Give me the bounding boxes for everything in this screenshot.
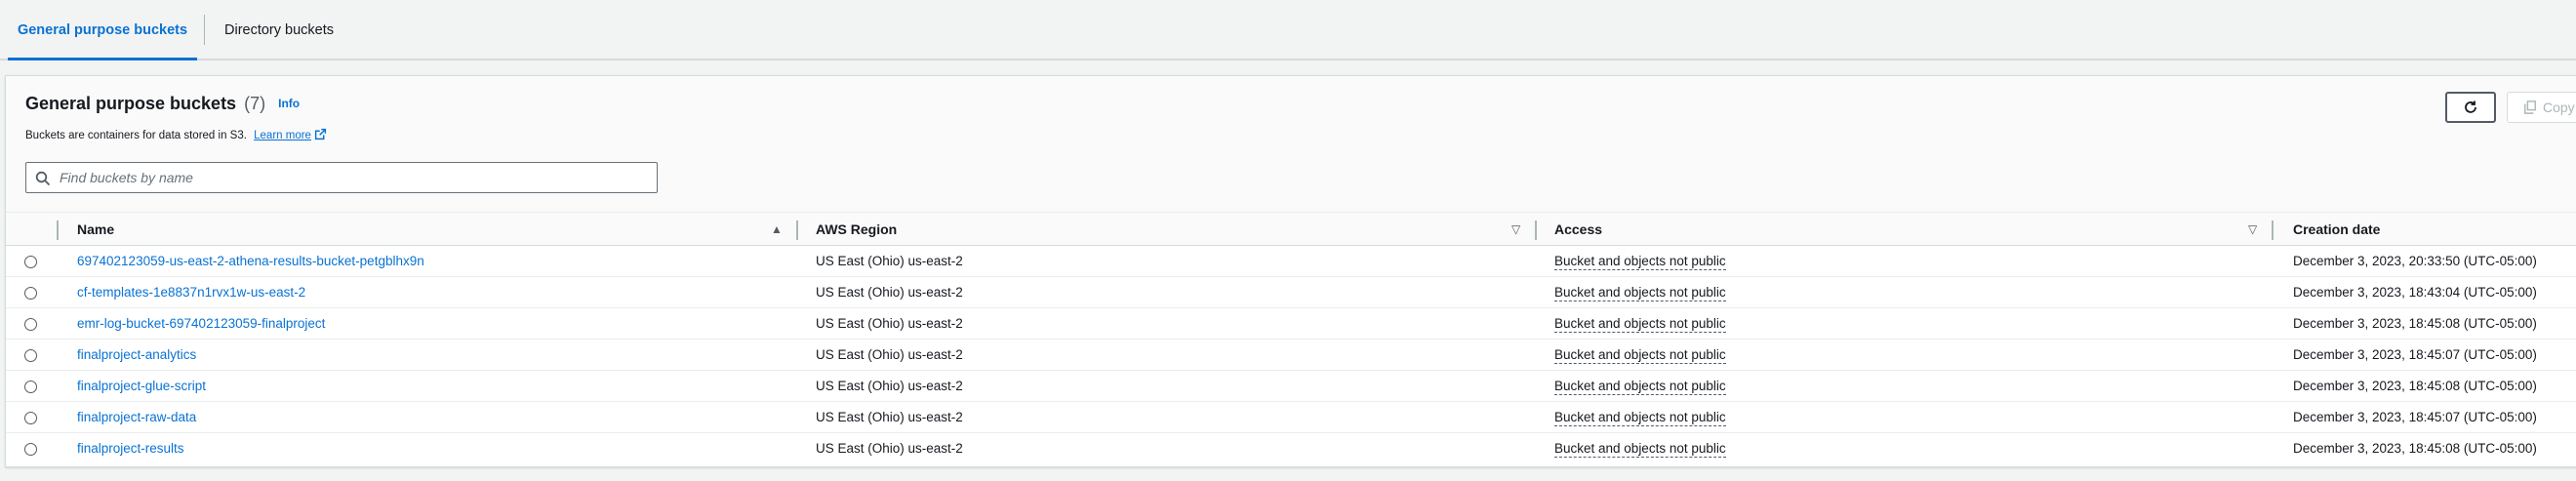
bucket-creation-date: December 3, 2023, 18:45:07 (UTC-05:00)	[2293, 410, 2537, 424]
bucket-name-link[interactable]: finalproject-results	[77, 433, 184, 464]
column-divider[interactable]	[796, 220, 798, 240]
row-select-radio[interactable]	[24, 256, 37, 268]
bucket-region: US East (Ohio) us-east-2	[816, 379, 963, 393]
bucket-access: Bucket and objects not public	[1554, 433, 1726, 464]
panel-description-text: Buckets are containers for data stored i…	[25, 130, 247, 141]
bucket-access: Bucket and objects not public	[1554, 246, 1726, 277]
row-select-radio[interactable]	[24, 443, 37, 456]
panel-title: General purpose buckets (7) Info	[25, 94, 300, 114]
row-select-radio[interactable]	[24, 318, 37, 331]
bucket-creation-date: December 3, 2023, 18:45:08 (UTC-05:00)	[2293, 316, 2537, 331]
bucket-access: Bucket and objects not public	[1554, 308, 1726, 340]
bucket-creation-date: December 3, 2023, 18:45:07 (UTC-05:00)	[2293, 347, 2537, 362]
bucket-creation-date: December 3, 2023, 18:45:08 (UTC-05:00)	[2293, 379, 2537, 393]
table-row: finalproject-results US East (Ohio) us-e…	[6, 433, 2576, 464]
bucket-access-text[interactable]: Bucket and objects not public	[1554, 410, 1726, 426]
sort-ascending-icon[interactable]: ▲	[771, 213, 783, 247]
table-row: finalproject-analytics US East (Ohio) us…	[6, 340, 2576, 371]
bucket-region: US East (Ohio) us-east-2	[816, 285, 963, 300]
info-link[interactable]: Info	[278, 97, 300, 110]
search-input[interactable]	[58, 163, 643, 192]
bucket-region: US East (Ohio) us-east-2	[816, 441, 963, 456]
learn-more-label: Learn more	[254, 130, 311, 141]
bucket-region: US East (Ohio) us-east-2	[816, 254, 963, 268]
bucket-count: (7)	[244, 94, 266, 113]
tab-directory-buckets[interactable]: Directory buckets	[224, 0, 334, 60]
bucket-access-text[interactable]: Bucket and objects not public	[1554, 347, 1726, 364]
refresh-icon	[2465, 100, 2476, 113]
bucket-access: Bucket and objects not public	[1554, 340, 1726, 371]
bucket-access-text[interactable]: Bucket and objects not public	[1554, 316, 1726, 333]
bucket-access: Bucket and objects not public	[1554, 277, 1726, 308]
bucket-name-link[interactable]: emr-log-bucket-697402123059-finalproject	[77, 308, 325, 340]
row-select-radio[interactable]	[24, 287, 37, 300]
bucket-region: US East (Ohio) us-east-2	[816, 347, 963, 362]
panel-title-text: General purpose buckets	[25, 94, 237, 113]
table-header: Name ▲ AWS Region ▽ Access ▽ Creation da…	[6, 212, 2576, 246]
copy-arn-button[interactable]: Copy	[2507, 92, 2576, 123]
bucket-name-link[interactable]: finalproject-analytics	[77, 340, 196, 371]
bucket-region: US East (Ohio) us-east-2	[816, 316, 963, 331]
column-header-name[interactable]: Name	[77, 213, 114, 247]
external-link-icon	[314, 128, 327, 140]
tab-general-purpose-buckets[interactable]: General purpose buckets	[8, 0, 197, 60]
bucket-access: Bucket and objects not public	[1554, 371, 1726, 402]
search-field[interactable]	[25, 162, 658, 193]
table-row: 697402123059-us-east-2-athena-results-bu…	[6, 246, 2576, 277]
bucket-region: US East (Ohio) us-east-2	[816, 410, 963, 424]
bucket-name-link[interactable]: finalproject-glue-script	[77, 371, 206, 402]
table-row: cf-templates-1e8837n1rvx1w-us-east-2 US …	[6, 277, 2576, 308]
column-header-region[interactable]: AWS Region	[816, 213, 897, 247]
bucket-access-text[interactable]: Bucket and objects not public	[1554, 379, 1726, 395]
table-row: finalproject-raw-data US East (Ohio) us-…	[6, 402, 2576, 433]
column-divider[interactable]	[1535, 220, 1537, 240]
copy-label: Copy	[2543, 100, 2575, 115]
learn-more-link[interactable]: Learn more	[254, 128, 327, 141]
sort-unsorted-icon[interactable]: ▽	[2248, 213, 2257, 247]
bucket-name-link[interactable]: finalproject-raw-data	[77, 402, 196, 433]
search-icon	[35, 171, 51, 186]
column-divider[interactable]	[2272, 220, 2274, 240]
table-row: finalproject-glue-script US East (Ohio) …	[6, 371, 2576, 402]
refresh-button[interactable]	[2445, 92, 2496, 123]
column-header-access[interactable]: Access	[1554, 213, 1602, 247]
table-row: emr-log-bucket-697402123059-finalproject…	[6, 308, 2576, 340]
bucket-name-link[interactable]: cf-templates-1e8837n1rvx1w-us-east-2	[77, 277, 305, 308]
bucket-creation-date: December 3, 2023, 18:43:04 (UTC-05:00)	[2293, 285, 2537, 300]
panel-description: Buckets are containers for data stored i…	[25, 128, 327, 141]
row-select-radio[interactable]	[24, 412, 37, 424]
copy-icon	[2524, 100, 2536, 114]
bucket-name-link[interactable]: 697402123059-us-east-2-athena-results-bu…	[77, 246, 424, 277]
row-select-radio[interactable]	[24, 381, 37, 393]
row-select-radio[interactable]	[24, 349, 37, 362]
tab-divider	[204, 15, 205, 45]
bucket-access-text[interactable]: Bucket and objects not public	[1554, 254, 1726, 270]
buckets-panel: General purpose buckets (7) Info Buckets…	[5, 75, 2576, 467]
column-divider	[57, 220, 59, 240]
bucket-access-text[interactable]: Bucket and objects not public	[1554, 441, 1726, 458]
bucket-access: Bucket and objects not public	[1554, 402, 1726, 433]
bucket-type-tabs: General purpose buckets Directory bucket…	[0, 0, 2576, 60]
bucket-access-text[interactable]: Bucket and objects not public	[1554, 285, 1726, 301]
bucket-creation-date: December 3, 2023, 18:45:08 (UTC-05:00)	[2293, 441, 2537, 456]
bucket-creation-date: December 3, 2023, 20:33:50 (UTC-05:00)	[2293, 254, 2537, 268]
column-header-creation-date[interactable]: Creation date	[2293, 213, 2380, 247]
sort-unsorted-icon[interactable]: ▽	[1511, 213, 1520, 247]
